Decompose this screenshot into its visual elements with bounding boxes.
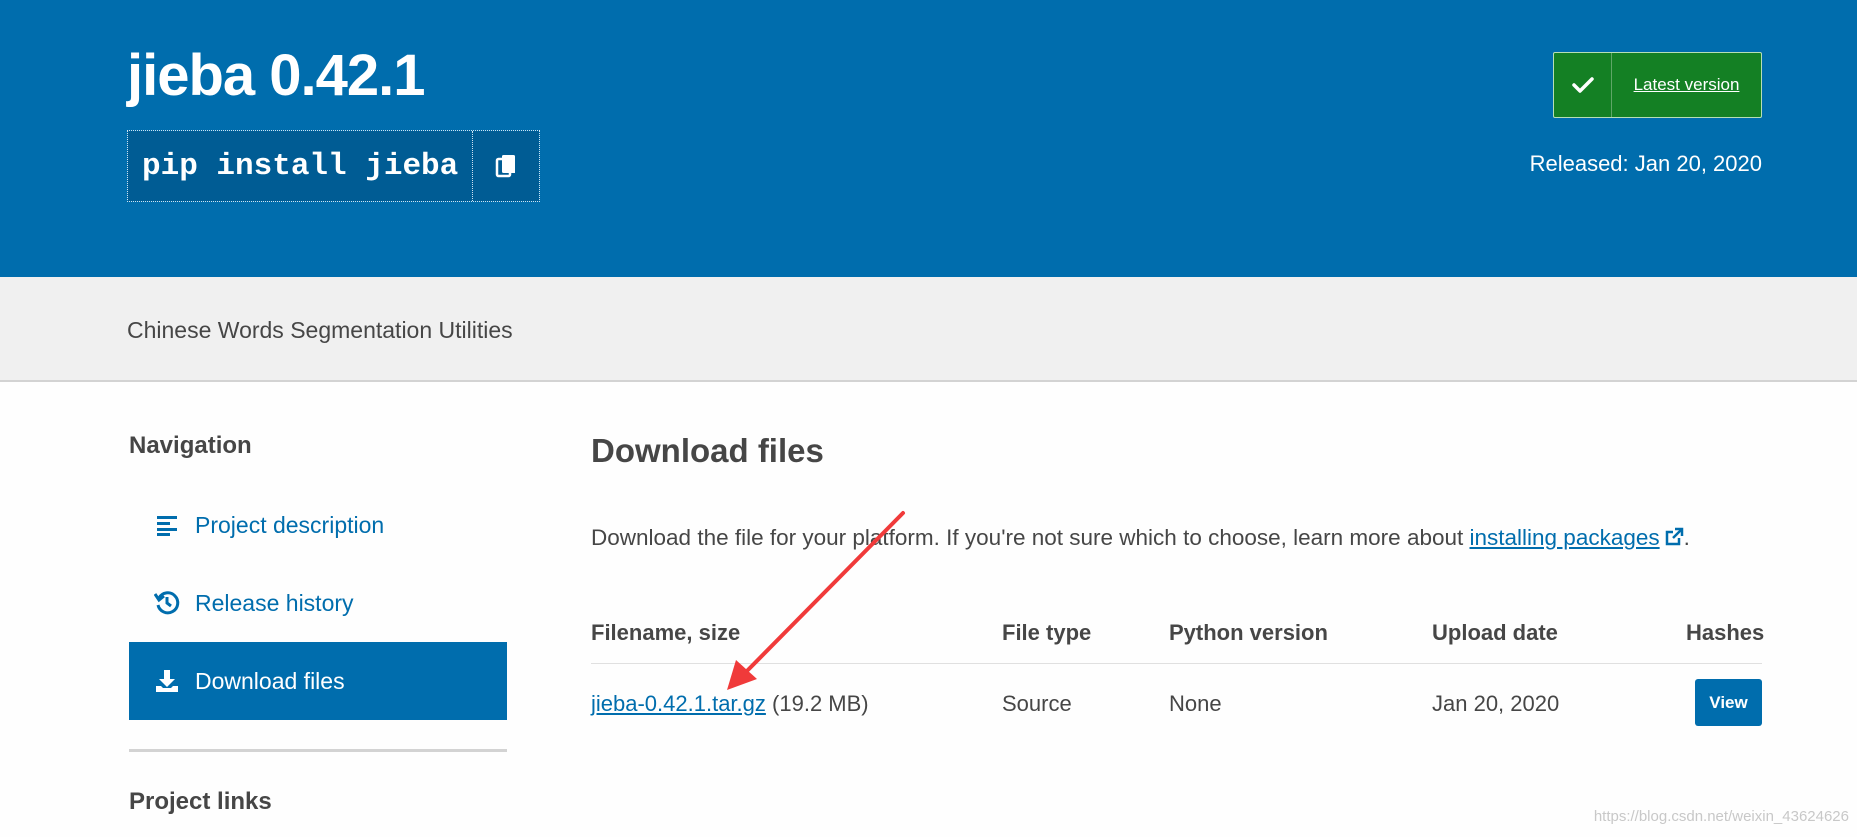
filename-cell: jieba-0.42.1.tar.gz (19.2 MB) xyxy=(591,691,869,717)
column-header-upload-date: Upload date xyxy=(1432,620,1558,645)
file-size: (19.2 MB) xyxy=(772,691,869,716)
download-icon xyxy=(153,667,181,695)
column-header-filename: Filename, size xyxy=(591,620,741,645)
view-hashes-button[interactable]: View xyxy=(1695,679,1762,726)
project-links-heading: Project links xyxy=(129,788,272,815)
watermark-text: https://blog.csdn.net/weixin_43624626 xyxy=(1593,808,1849,825)
copy-button[interactable] xyxy=(473,131,540,201)
file-download-link[interactable]: jieba-0.42.1.tar.gz xyxy=(591,691,766,716)
installing-packages-link[interactable]: installing packages xyxy=(1470,525,1684,550)
sidebar-item-download-files[interactable]: Download files xyxy=(129,642,507,720)
sidebar-item-label: Project description xyxy=(195,511,385,538)
latest-version-label: Latest version xyxy=(1633,75,1740,94)
sidebar-item-release-history[interactable]: Release history xyxy=(129,564,507,642)
file-type-cell: Source xyxy=(1002,691,1072,716)
release-date: Released: Jan 20, 2020 xyxy=(1529,151,1762,176)
project-summary-bar: Chinese Words Segmentation Utilities xyxy=(0,277,1857,382)
project-summary: Chinese Words Segmentation Utilities xyxy=(127,317,513,343)
download-intro: Download the file for your platform. If … xyxy=(591,525,1690,553)
pip-install-box: pip install jieba xyxy=(127,130,541,202)
navigation-heading: Navigation xyxy=(129,432,252,459)
package-title: jieba 0.42.1 xyxy=(127,43,426,108)
package-header: jieba 0.42.1 pip install jieba Latest ve… xyxy=(0,0,1857,277)
installing-packages-link-text: installing packages xyxy=(1469,525,1660,550)
sidebar-item-project-description[interactable]: Project description xyxy=(129,486,507,564)
pip-command[interactable]: pip install jieba xyxy=(128,131,474,201)
python-version-cell: None xyxy=(1169,691,1222,716)
sidebar-divider xyxy=(129,749,507,752)
column-header-file-type: File type xyxy=(1002,620,1092,645)
upload-date-cell: Jan 20, 2020 xyxy=(1432,691,1560,716)
align-left-icon xyxy=(153,511,181,539)
column-header-python-version: Python version xyxy=(1169,620,1328,645)
column-header-hashes: Hashes xyxy=(1686,620,1765,645)
check-icon xyxy=(1554,53,1612,117)
sidebar-item-label: Download files xyxy=(195,667,345,694)
copy-icon xyxy=(496,155,516,178)
table-divider xyxy=(591,663,1762,664)
external-link-icon xyxy=(1664,527,1684,553)
latest-version-button[interactable]: Latest version xyxy=(1553,52,1762,118)
history-icon xyxy=(153,589,181,617)
intro-period: . xyxy=(1683,525,1690,550)
intro-text: Download the file for your platform. If … xyxy=(591,525,1470,550)
download-files-heading: Download files xyxy=(591,432,824,469)
sidebar-item-label: Release history xyxy=(195,589,354,616)
